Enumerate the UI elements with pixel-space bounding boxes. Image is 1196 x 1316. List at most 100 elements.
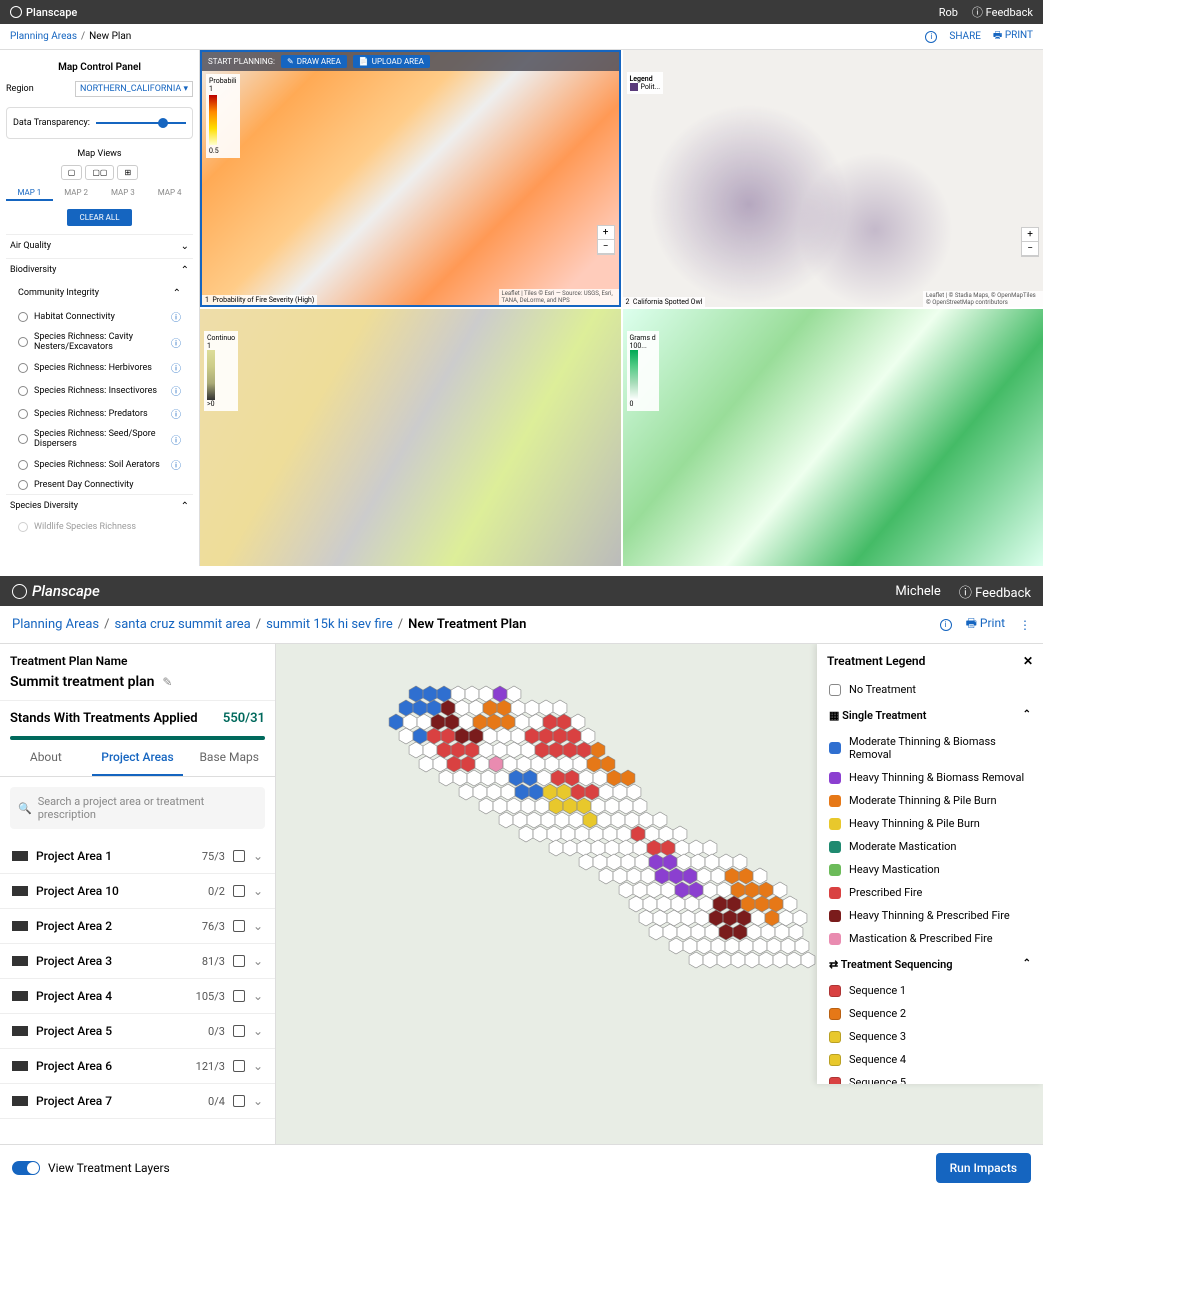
hex-cell[interactable] xyxy=(793,910,807,926)
hex-cell[interactable] xyxy=(479,742,493,758)
hex-cell[interactable] xyxy=(627,784,641,800)
layer-item[interactable]: Habitat Connectivityⓘ xyxy=(6,305,193,328)
hex-cell[interactable] xyxy=(649,924,663,940)
hex-cell[interactable] xyxy=(553,700,567,716)
info-icon[interactable]: ⓘ xyxy=(171,383,181,398)
hex-cell[interactable] xyxy=(487,784,501,800)
hex-cell[interactable] xyxy=(783,896,797,912)
hex-cell[interactable] xyxy=(509,770,523,786)
hex-cell[interactable] xyxy=(579,770,593,786)
hex-cell[interactable] xyxy=(465,686,479,702)
hex-cell[interactable] xyxy=(779,910,793,926)
layer-item[interactable]: Present Day Connectivity xyxy=(6,476,193,494)
hex-cell[interactable] xyxy=(633,798,647,814)
hex-cell[interactable] xyxy=(705,924,719,940)
hex-cell[interactable] xyxy=(689,952,703,968)
hex-cell[interactable] xyxy=(751,910,765,926)
hex-cell[interactable] xyxy=(507,798,521,814)
hex-cell[interactable] xyxy=(683,868,697,884)
run-impacts-button[interactable]: Run Impacts xyxy=(936,1153,1031,1183)
hex-cell[interactable] xyxy=(611,812,625,828)
hex-cell[interactable] xyxy=(549,742,563,758)
hex-cell[interactable] xyxy=(593,854,607,870)
hex-cell[interactable] xyxy=(633,840,647,856)
hex-cell[interactable] xyxy=(519,826,533,842)
map-tab-2[interactable]: MAP 2 xyxy=(53,186,100,201)
hex-cell[interactable] xyxy=(631,826,645,842)
hex-cell[interactable] xyxy=(427,728,441,744)
layer-item[interactable]: Species Richness: Seed/Spore Dispersersⓘ xyxy=(6,425,193,453)
hex-cell[interactable] xyxy=(589,826,603,842)
hex-cell[interactable] xyxy=(597,812,611,828)
hex-cell[interactable] xyxy=(571,714,585,730)
hex-cell[interactable] xyxy=(733,854,747,870)
hex-cell[interactable] xyxy=(427,700,441,716)
hex-cell[interactable] xyxy=(467,770,481,786)
radio-icon[interactable] xyxy=(18,386,28,396)
hex-cell[interactable] xyxy=(689,882,703,898)
hex-cell[interactable] xyxy=(419,756,433,772)
hex-cell[interactable] xyxy=(795,938,809,954)
hex-cell[interactable] xyxy=(533,826,547,842)
hex-cell[interactable] xyxy=(511,728,525,744)
hex-cell[interactable] xyxy=(555,812,569,828)
hex-cell[interactable] xyxy=(685,896,699,912)
hex-cell[interactable] xyxy=(563,798,577,814)
hex-cell[interactable] xyxy=(731,882,745,898)
hex-cell[interactable] xyxy=(667,910,681,926)
print-button[interactable]: 🖶 PRINT xyxy=(993,28,1033,45)
category-biodiversity[interactable]: Biodiversity⌃ xyxy=(6,258,193,282)
hex-cell[interactable] xyxy=(659,826,673,842)
hex-cell[interactable] xyxy=(655,868,669,884)
hex-cell[interactable] xyxy=(669,938,683,954)
hex-cell[interactable] xyxy=(569,812,583,828)
hex-cell[interactable] xyxy=(661,840,675,856)
hex-cell[interactable] xyxy=(563,840,577,856)
info-icon[interactable]: ⓘ xyxy=(171,335,181,350)
hex-cell[interactable] xyxy=(549,798,563,814)
project-area-item[interactable]: Project Area 50/3⌄ xyxy=(0,1014,275,1049)
hex-cell[interactable] xyxy=(663,924,677,940)
subcategory-community-integrity[interactable]: Community Integrity⌃ xyxy=(6,282,193,305)
hex-cell[interactable] xyxy=(521,798,535,814)
hex-cell[interactable] xyxy=(507,742,521,758)
hex-cell[interactable] xyxy=(653,812,667,828)
hex-cell[interactable] xyxy=(389,714,403,730)
hex-cell[interactable] xyxy=(669,868,683,884)
hex-cell[interactable] xyxy=(753,868,767,884)
hex-cell[interactable] xyxy=(769,896,783,912)
info-icon[interactable]: i xyxy=(940,619,952,631)
view-quad-icon[interactable]: ⊞ xyxy=(117,165,138,180)
share-button[interactable]: SHARE xyxy=(949,31,981,42)
hex-cell[interactable] xyxy=(675,882,689,898)
info-icon[interactable]: ⓘ xyxy=(171,457,181,472)
hex-cell[interactable] xyxy=(493,686,507,702)
project-area-item[interactable]: Project Area 6121/3⌄ xyxy=(0,1049,275,1084)
hex-cell[interactable] xyxy=(663,854,677,870)
info-icon[interactable]: ⓘ xyxy=(171,360,181,375)
map-1[interactable]: START PLANNING: ✎ DRAW AREA 📄 UPLOAD ARE… xyxy=(200,50,621,307)
breadcrumb-root[interactable]: Planning Areas xyxy=(12,617,99,632)
hex-cell[interactable] xyxy=(515,784,529,800)
hex-cell[interactable] xyxy=(507,686,521,702)
feedback-link[interactable]: ⓘ Feedback xyxy=(959,582,1031,601)
hex-cell[interactable] xyxy=(753,938,767,954)
hex-cell[interactable] xyxy=(497,728,511,744)
hex-cell[interactable] xyxy=(681,910,695,926)
hex-cell[interactable] xyxy=(599,868,613,884)
hex-cell[interactable] xyxy=(773,952,787,968)
layer-item[interactable]: Species Richness: Predatorsⓘ xyxy=(6,402,193,425)
hex-cell[interactable] xyxy=(565,770,579,786)
treatment-map[interactable]: Treatment Legend ✕ No Treatment ▦ Single… xyxy=(276,644,1043,1144)
hex-cell[interactable] xyxy=(641,868,655,884)
hex-cell[interactable] xyxy=(671,896,685,912)
hex-cell[interactable] xyxy=(613,868,627,884)
hex-cell[interactable] xyxy=(399,700,413,716)
hex-cell[interactable] xyxy=(627,868,641,884)
hex-cell[interactable] xyxy=(503,756,517,772)
hex-cell[interactable] xyxy=(711,938,725,954)
hex-cell[interactable] xyxy=(677,854,691,870)
hex-cell[interactable] xyxy=(523,770,537,786)
hex-cell[interactable] xyxy=(559,756,573,772)
layer-item[interactable]: Species Richness: Soil Aeratorsⓘ xyxy=(6,453,193,476)
